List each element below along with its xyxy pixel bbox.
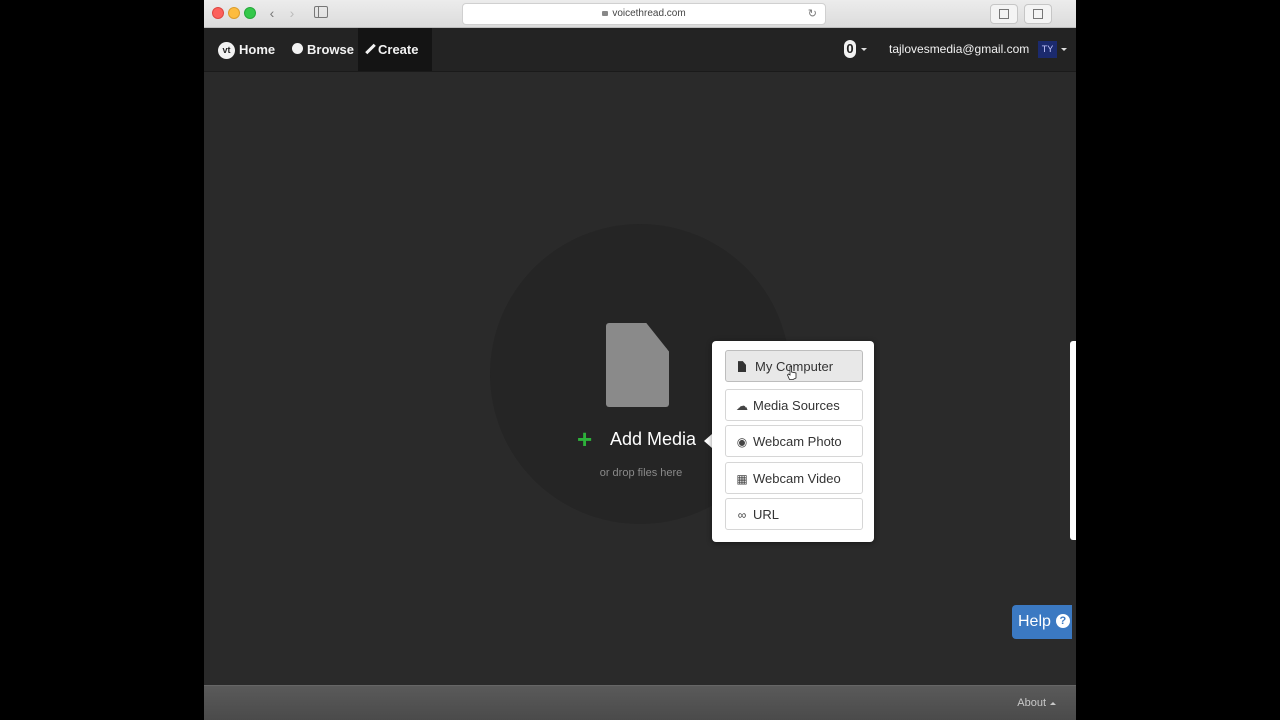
lock-icon bbox=[602, 11, 609, 16]
link-icon: ∞ bbox=[737, 508, 747, 522]
webcam-video-label: Webcam Video bbox=[753, 471, 841, 486]
chevron-up-icon bbox=[1050, 701, 1056, 705]
media-sources-button[interactable]: ☁ Media Sources bbox=[725, 389, 863, 421]
pencil-icon bbox=[365, 43, 376, 54]
hand-cursor-icon bbox=[787, 366, 797, 380]
cloud-upload-icon: ☁ bbox=[736, 399, 748, 413]
url-button[interactable]: ∞ URL bbox=[725, 498, 863, 530]
drop-hint-text: or drop files here bbox=[599, 467, 683, 479]
fullscreen-window-button[interactable] bbox=[244, 7, 256, 19]
webcam-photo-label: Webcam Photo bbox=[753, 434, 842, 449]
nav-create[interactable]: Create bbox=[358, 28, 432, 71]
voicethread-app: ‹ › voicethread.com ↻ vt Home Browse Crea… bbox=[204, 0, 1076, 720]
chevron-right-icon[interactable]: › bbox=[282, 4, 302, 22]
url-text: voicethread.com bbox=[612, 8, 686, 19]
webcam-video-button[interactable]: ▦ Webcam Video bbox=[725, 462, 863, 494]
film-icon: ▦ bbox=[736, 472, 748, 486]
reload-icon[interactable]: ↻ bbox=[808, 4, 817, 24]
notification-count-badge[interactable]: 0 bbox=[844, 40, 856, 58]
browser-toolbar: ‹ › voicethread.com ↻ bbox=[204, 0, 1076, 28]
nav-home-label: Home bbox=[239, 42, 276, 57]
share-icon[interactable] bbox=[990, 4, 1018, 24]
camera-icon: ◉ bbox=[736, 435, 748, 449]
chevron-left-icon[interactable]: ‹ bbox=[262, 4, 282, 22]
close-window-button[interactable] bbox=[212, 7, 224, 19]
media-sources-label: Media Sources bbox=[753, 398, 840, 413]
nav-browse-label: Browse bbox=[307, 42, 354, 57]
add-media-button[interactable]: Add Media bbox=[610, 427, 696, 451]
question-icon: ? bbox=[1055, 614, 1070, 628]
help-label: Help bbox=[1018, 613, 1051, 630]
nav-home[interactable]: vt Home bbox=[214, 28, 279, 71]
help-button[interactable]: Help? bbox=[1012, 605, 1072, 639]
plus-icon[interactable]: + bbox=[577, 426, 592, 452]
avatar[interactable]: TY bbox=[1038, 41, 1057, 58]
chevron-down-icon[interactable] bbox=[861, 48, 867, 51]
webcam-photo-button[interactable]: ◉ Webcam Photo bbox=[725, 425, 863, 457]
tabs-icon[interactable] bbox=[1024, 4, 1052, 24]
popover-arrow bbox=[704, 434, 712, 448]
chevron-down-icon[interactable] bbox=[1061, 48, 1067, 51]
globe-icon bbox=[292, 43, 303, 55]
side-panel-edge bbox=[1070, 341, 1076, 540]
address-bar[interactable]: voicethread.com ↻ bbox=[462, 3, 826, 25]
sidebar-toggle-icon[interactable] bbox=[314, 6, 328, 18]
about-label: About bbox=[1017, 697, 1046, 709]
minimize-window-button[interactable] bbox=[228, 7, 240, 19]
nav-create-label: Create bbox=[378, 42, 419, 57]
about-link[interactable]: About bbox=[1017, 697, 1056, 709]
voicethread-logo-icon: vt bbox=[218, 42, 235, 60]
nav-browse[interactable]: Browse bbox=[290, 28, 356, 71]
url-label: URL bbox=[753, 507, 780, 522]
user-email[interactable]: tajlovesmedia@gmail.com bbox=[889, 28, 1029, 71]
file-icon bbox=[738, 361, 746, 373]
footer: About bbox=[204, 685, 1076, 720]
